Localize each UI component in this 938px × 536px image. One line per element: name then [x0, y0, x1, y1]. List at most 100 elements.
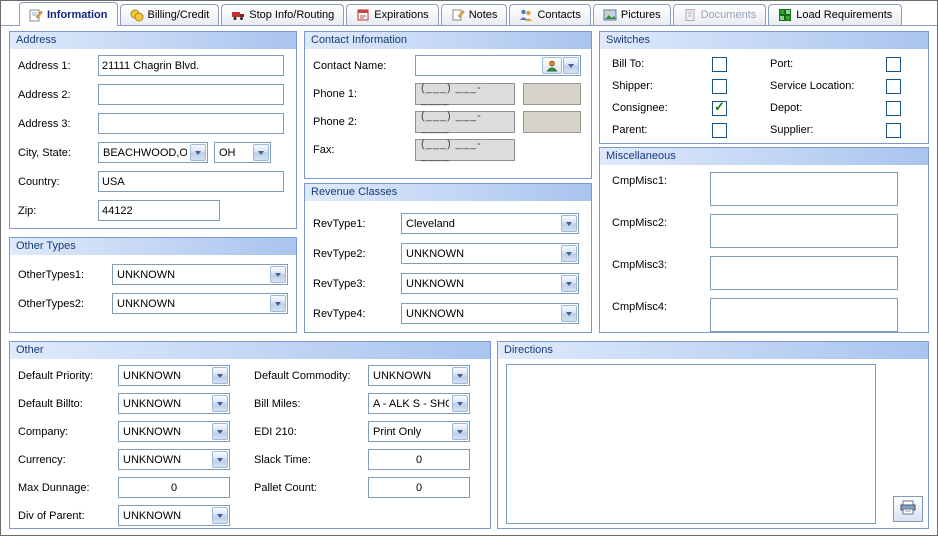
fax-label: Fax:: [313, 144, 415, 156]
chevron-down-icon[interactable]: [270, 295, 286, 312]
tab-information[interactable]: Information: [19, 2, 118, 26]
print-button[interactable]: [893, 496, 923, 522]
depot-checkbox[interactable]: [886, 101, 901, 116]
country-input[interactable]: [98, 171, 284, 192]
city-select[interactable]: BEACHWOOD,OH/: [98, 142, 208, 163]
tab-expirations[interactable]: Expirations: [346, 4, 438, 25]
chevron-down-icon[interactable]: [561, 305, 577, 322]
bill-to-label: Bill To:: [612, 58, 712, 70]
phone2-input: (___) ___-____: [415, 111, 515, 133]
tab-documents: Documents: [673, 4, 767, 25]
supplier-label: Supplier:: [770, 124, 886, 136]
tab-notes-label: Notes: [469, 9, 498, 21]
chevron-down-icon[interactable]: [212, 507, 228, 524]
directions-textarea[interactable]: [506, 364, 876, 524]
chevron-down-icon[interactable]: [270, 266, 286, 283]
address1-input[interactable]: [98, 55, 284, 76]
chevron-down-icon[interactable]: [190, 144, 206, 161]
expirations-icon: [356, 8, 370, 22]
chevron-down-icon[interactable]: [561, 245, 577, 262]
contact-information-group: Contact Information Contact Name: Phone …: [304, 31, 592, 179]
address2-input[interactable]: [98, 84, 284, 105]
chevron-down-icon[interactable]: [563, 57, 579, 74]
country-label: Country:: [18, 176, 98, 188]
revtype1-select[interactable]: Cleveland: [401, 213, 579, 234]
chevron-down-icon[interactable]: [452, 423, 468, 440]
tab-documents-label: Documents: [701, 9, 757, 21]
consignee-label: Consignee:: [612, 102, 712, 114]
printer-icon: [900, 500, 916, 518]
default-priority-label: Default Priority:: [18, 370, 118, 382]
revtype4-select[interactable]: UNKNOWN: [401, 303, 579, 324]
other-left-column: Default Priority: UNKNOWN Default Billto…: [18, 365, 246, 533]
cmpmisc2-input[interactable]: [710, 214, 898, 248]
phone1-input: (___) ___-____: [415, 83, 515, 105]
default-commodity-select[interactable]: UNKNOWN: [368, 365, 470, 386]
cmpmisc1-input[interactable]: [710, 172, 898, 206]
default-billto-select[interactable]: UNKNOWN: [118, 393, 230, 414]
tab-billing-credit[interactable]: Billing/Credit: [120, 4, 220, 25]
tab-expirations-label: Expirations: [374, 9, 428, 21]
max-dunnage-input[interactable]: [118, 477, 230, 498]
cmpmisc3-input[interactable]: [710, 256, 898, 290]
cmpmisc4-input[interactable]: [710, 298, 898, 332]
service-location-checkbox[interactable]: [886, 79, 901, 94]
revtype2-select[interactable]: UNKNOWN: [401, 243, 579, 264]
service-location-label: Service Location:: [770, 80, 886, 92]
revenue-classes-group: Revenue Classes RevType1: Cleveland RevT…: [304, 183, 592, 333]
chevron-down-icon[interactable]: [253, 144, 269, 161]
tab-contacts-label: Contacts: [537, 9, 580, 21]
chevron-down-icon[interactable]: [212, 451, 228, 468]
tab-billing-credit-label: Billing/Credit: [148, 9, 210, 21]
phone1-ext-input: [523, 83, 581, 105]
stop-info-routing-icon: [231, 8, 245, 22]
supplier-checkbox[interactable]: [886, 123, 901, 138]
othertypes2-select[interactable]: UNKNOWN: [112, 293, 288, 314]
slack-time-input[interactable]: [368, 449, 470, 470]
contact-name-select[interactable]: [415, 55, 581, 76]
chevron-down-icon[interactable]: [452, 395, 468, 412]
address2-label: Address 2:: [18, 89, 98, 101]
phone2-label: Phone 2:: [313, 116, 415, 128]
contacts-icon: [519, 8, 533, 22]
tab-stop-info-routing[interactable]: Stop Info/Routing: [221, 4, 344, 25]
chevron-down-icon[interactable]: [561, 275, 577, 292]
depot-label: Depot:: [770, 102, 886, 114]
tab-pictures[interactable]: Pictures: [593, 4, 671, 25]
bill-miles-select[interactable]: A - ALK S - SHO: [368, 393, 470, 414]
consignee-checkbox[interactable]: [712, 101, 727, 116]
tab-load-requirements[interactable]: Load Requirements: [768, 4, 902, 25]
shipper-checkbox[interactable]: [712, 79, 727, 94]
directions-group-title: Directions: [498, 342, 928, 359]
currency-select[interactable]: UNKNOWN: [118, 449, 230, 470]
billing-credit-icon: [130, 8, 144, 22]
phone2-ext-input: [523, 111, 581, 133]
address-group-title: Address: [10, 32, 296, 49]
address3-input[interactable]: [98, 113, 284, 134]
default-priority-select[interactable]: UNKNOWN: [118, 365, 230, 386]
tab-notes[interactable]: Notes: [441, 4, 508, 25]
chevron-down-icon[interactable]: [212, 423, 228, 440]
edi-210-select[interactable]: Print Only: [368, 421, 470, 442]
revtype4-value: UNKNOWN: [406, 308, 464, 320]
div-of-parent-select[interactable]: UNKNOWN: [118, 505, 230, 526]
chevron-down-icon[interactable]: [452, 367, 468, 384]
tab-contacts[interactable]: Contacts: [509, 4, 590, 25]
address3-label: Address 3:: [18, 118, 98, 130]
div-of-parent-label: Div of Parent:: [18, 510, 118, 522]
chevron-down-icon[interactable]: [561, 215, 577, 232]
port-checkbox[interactable]: [886, 57, 901, 72]
othertypes1-select[interactable]: UNKNOWN: [112, 264, 288, 285]
company-select[interactable]: UNKNOWN: [118, 421, 230, 442]
contact-person-icon[interactable]: [542, 57, 562, 74]
revtype3-select[interactable]: UNKNOWN: [401, 273, 579, 294]
state-select[interactable]: OH: [214, 142, 271, 163]
zip-input[interactable]: [98, 200, 220, 221]
chevron-down-icon[interactable]: [212, 395, 228, 412]
zip-label: Zip:: [18, 205, 98, 217]
cmpmisc2-label: CmpMisc2:: [612, 214, 710, 229]
chevron-down-icon[interactable]: [212, 367, 228, 384]
pallet-count-input[interactable]: [368, 477, 470, 498]
bill-to-checkbox[interactable]: [712, 57, 727, 72]
parent-checkbox[interactable]: [712, 123, 727, 138]
